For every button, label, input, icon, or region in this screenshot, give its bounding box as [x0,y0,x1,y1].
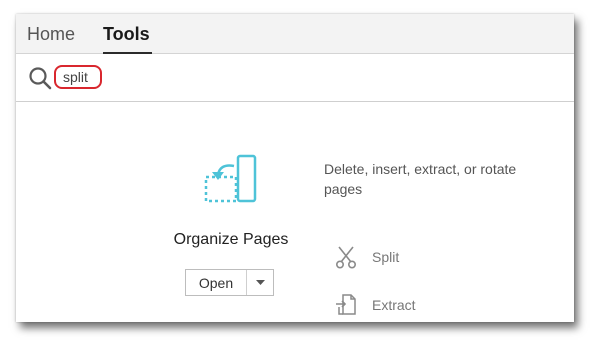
extract-tool[interactable]: Extract [334,291,416,319]
split-tool-label: Split [372,249,400,265]
tab-tools[interactable]: Tools [103,23,152,54]
search-input[interactable] [54,65,102,89]
open-split-button: Open [185,269,274,296]
tool-description: Delete, insert, extract, or rotate pages [324,161,517,197]
search-bar [16,55,574,102]
tab-bar: Home Tools [16,14,574,54]
tab-home[interactable]: Home [27,23,75,45]
tool-title: Organize Pages [173,231,289,248]
extract-icon [336,294,356,315]
organize-pages-icon [204,154,257,203]
extract-tool-label: Extract [372,297,416,313]
search-icon[interactable] [28,66,52,90]
open-dropdown-button[interactable] [247,270,273,295]
tools-window: Home Tools Organize Pages Open Delete, i… [16,14,574,322]
open-button[interactable]: Open [186,270,247,295]
chevron-down-icon [255,279,265,285]
split-tool[interactable]: Split [334,243,399,271]
organize-pages-card: Organize Pages Open Delete, insert, extr… [16,103,574,322]
scissors-icon [335,246,357,269]
